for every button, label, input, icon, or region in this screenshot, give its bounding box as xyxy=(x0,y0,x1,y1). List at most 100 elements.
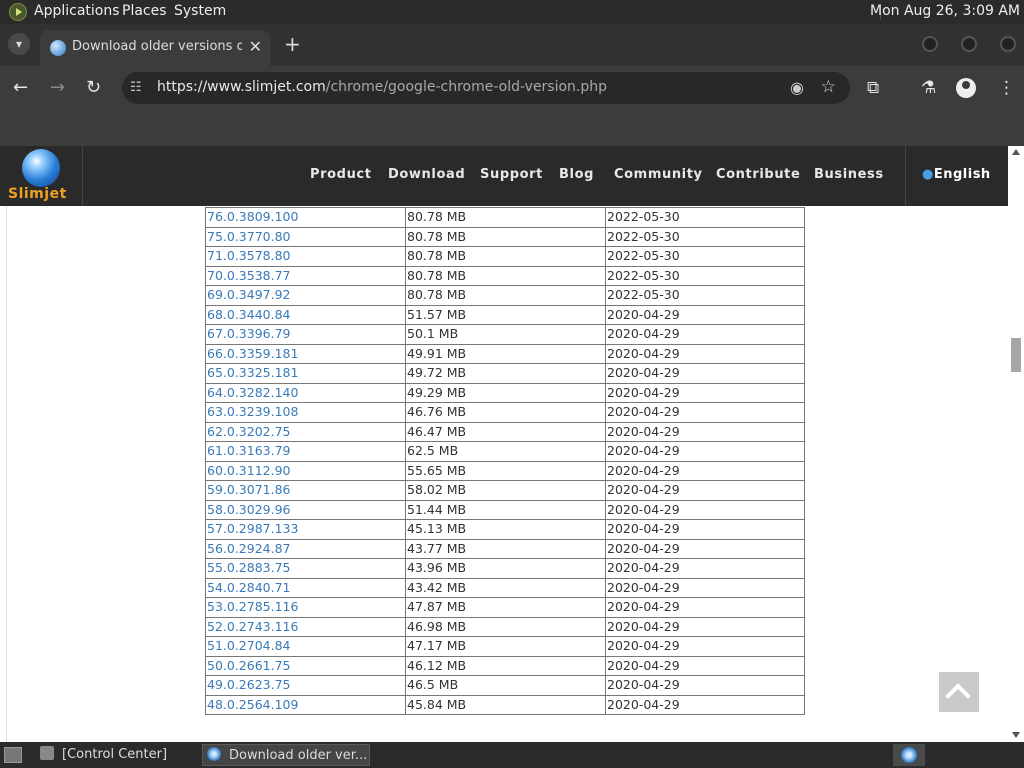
version-link[interactable]: 69.0.3497.92 xyxy=(207,287,291,302)
version-link[interactable]: 61.0.3163.79 xyxy=(207,443,291,458)
more-menu-icon[interactable]: ⋮ xyxy=(998,78,1015,98)
version-link[interactable]: 55.0.2883.75 xyxy=(207,560,291,575)
version-link[interactable]: 68.0.3440.84 xyxy=(207,307,291,322)
labs-flask-icon[interactable]: ⚗ xyxy=(921,78,936,98)
nav-community[interactable]: Community xyxy=(614,167,703,182)
table-row: 50.0.2661.75 46.12 MB 2020-04-29 xyxy=(205,655,805,676)
version-link[interactable]: 67.0.3396.79 xyxy=(207,326,291,341)
nav-download[interactable]: Download xyxy=(388,167,465,182)
size-cell: 47.87 MB xyxy=(405,597,606,618)
maximize-button[interactable] xyxy=(961,36,977,52)
url-text[interactable]: https://www.slimjet.com/chrome/google-ch… xyxy=(157,79,607,95)
version-link[interactable]: 49.0.2623.75 xyxy=(207,677,291,692)
version-link[interactable]: 60.0.3112.90 xyxy=(207,463,291,478)
logo-text: Slimjet xyxy=(8,186,67,202)
forward-arrow-icon[interactable]: → xyxy=(50,78,65,98)
size-cell: 49.72 MB xyxy=(405,363,606,384)
close-window-button[interactable] xyxy=(1000,36,1016,52)
size-cell: 80.78 MB xyxy=(405,285,606,306)
tray-browser-icon[interactable] xyxy=(893,744,925,766)
version-link[interactable]: 63.0.3239.108 xyxy=(207,404,298,419)
size-cell: 47.17 MB xyxy=(405,636,606,657)
version-link[interactable]: 76.0.3809.100 xyxy=(207,209,298,224)
version-link[interactable]: 50.0.2661.75 xyxy=(207,658,291,673)
page-viewport: Slimjet Product Download Support Blog Co… xyxy=(0,146,1008,742)
eye-slash-icon[interactable]: ◉ xyxy=(790,78,804,97)
tab-search-button[interactable]: ▾ xyxy=(8,33,30,55)
task-control-center[interactable]: [Control Center] xyxy=(36,744,200,766)
page-scrollbar[interactable] xyxy=(1008,146,1024,742)
extensions-puzzle-icon[interactable]: ⧉ xyxy=(867,78,879,98)
version-link[interactable]: 51.0.2704.84 xyxy=(207,638,291,653)
nav-blog[interactable]: Blog xyxy=(559,167,594,182)
version-link[interactable]: 56.0.2924.87 xyxy=(207,541,291,556)
tab-slimjet[interactable]: Download older versions of G ✕ xyxy=(40,30,270,66)
task-browser[interactable]: Download older ver... xyxy=(202,744,370,766)
nav-contribute[interactable]: Contribute xyxy=(716,167,800,182)
places-menu[interactable]: Places xyxy=(122,3,167,19)
table-row: 75.0.3770.80 80.78 MB 2022-05-30 xyxy=(205,226,805,247)
version-cell: 48.0.2564.109 xyxy=(205,694,406,715)
nav-support[interactable]: Support xyxy=(480,167,543,182)
site-settings-icon[interactable]: ☷ xyxy=(130,80,142,95)
date-cell: 2020-04-29 xyxy=(605,636,805,657)
table-row: 70.0.3538.77 80.78 MB 2022-05-30 xyxy=(205,265,805,286)
tab-close-icon[interactable]: ✕ xyxy=(249,37,262,56)
scrollbar-thumb[interactable] xyxy=(1011,338,1021,372)
version-cell: 54.0.2840.71 xyxy=(205,577,406,598)
clock[interactable]: Mon Aug 26, 3:09 AM xyxy=(870,3,1020,19)
scroll-down-arrow-icon[interactable] xyxy=(1012,732,1020,738)
version-link[interactable]: 62.0.3202.75 xyxy=(207,424,291,439)
version-cell: 57.0.2987.133 xyxy=(205,519,406,540)
system-menu[interactable]: System xyxy=(174,3,226,19)
version-link[interactable]: 48.0.2564.109 xyxy=(207,697,298,712)
version-link[interactable]: 53.0.2785.116 xyxy=(207,599,298,614)
tab-title: Download older versions of G xyxy=(72,39,242,54)
back-arrow-icon[interactable]: ← xyxy=(13,78,28,98)
version-cell: 56.0.2924.87 xyxy=(205,538,406,559)
table-row: 49.0.2623.75 46.5 MB 2020-04-29 xyxy=(205,675,805,696)
version-link[interactable]: 52.0.2743.116 xyxy=(207,619,298,634)
nav-product[interactable]: Product xyxy=(310,167,372,182)
size-cell: 46.76 MB xyxy=(405,402,606,423)
applications-menu[interactable]: Applications xyxy=(34,3,120,19)
version-link[interactable]: 58.0.3029.96 xyxy=(207,502,291,517)
date-cell: 2020-04-29 xyxy=(605,597,805,618)
reload-icon[interactable]: ↻ xyxy=(86,78,101,98)
date-cell: 2022-05-30 xyxy=(605,265,805,286)
language-selector[interactable]: ●English xyxy=(922,167,991,182)
new-tab-button[interactable]: + xyxy=(284,33,301,55)
versions-table: 76.0.3809.100 80.78 MB 2022-05-30 75.0.3770… xyxy=(205,207,805,715)
profile-avatar-icon[interactable] xyxy=(956,78,976,98)
scroll-up-arrow-icon[interactable] xyxy=(1012,149,1020,155)
version-link[interactable]: 54.0.2840.71 xyxy=(207,580,291,595)
version-link[interactable]: 70.0.3538.77 xyxy=(207,268,291,283)
minimize-button[interactable] xyxy=(922,36,938,52)
date-cell: 2020-04-29 xyxy=(605,499,805,520)
size-cell: 46.47 MB xyxy=(405,421,606,442)
scroll-to-top-button[interactable] xyxy=(939,672,979,712)
size-cell: 49.29 MB xyxy=(405,382,606,403)
size-cell: 80.78 MB xyxy=(405,226,606,247)
version-link[interactable]: 64.0.3282.140 xyxy=(207,385,298,400)
table-row: 67.0.3396.79 50.1 MB 2020-04-29 xyxy=(205,324,805,345)
table-row: 55.0.2883.75 43.96 MB 2020-04-29 xyxy=(205,558,805,579)
table-row: 61.0.3163.79 62.5 MB 2020-04-29 xyxy=(205,441,805,462)
version-link[interactable]: 71.0.3578.80 xyxy=(207,248,291,263)
version-link[interactable]: 57.0.2987.133 xyxy=(207,521,298,536)
show-desktop-icon[interactable] xyxy=(4,747,22,763)
address-bar[interactable]: ☷ https://www.slimjet.com/chrome/google-… xyxy=(122,72,850,104)
version-link[interactable]: 75.0.3770.80 xyxy=(207,229,291,244)
version-link[interactable]: 59.0.3071.86 xyxy=(207,482,291,497)
site-logo[interactable]: Slimjet xyxy=(0,146,83,206)
date-cell: 2020-04-29 xyxy=(605,441,805,462)
nav-business[interactable]: Business xyxy=(814,167,884,182)
bookmark-star-icon[interactable]: ☆ xyxy=(821,77,836,97)
version-cell: 53.0.2785.116 xyxy=(205,597,406,618)
applications-menu-icon[interactable] xyxy=(9,3,27,21)
version-link[interactable]: 65.0.3325.181 xyxy=(207,365,298,380)
version-cell: 69.0.3497.92 xyxy=(205,285,406,306)
version-cell: 65.0.3325.181 xyxy=(205,363,406,384)
version-cell: 52.0.2743.116 xyxy=(205,616,406,637)
version-link[interactable]: 66.0.3359.181 xyxy=(207,346,298,361)
